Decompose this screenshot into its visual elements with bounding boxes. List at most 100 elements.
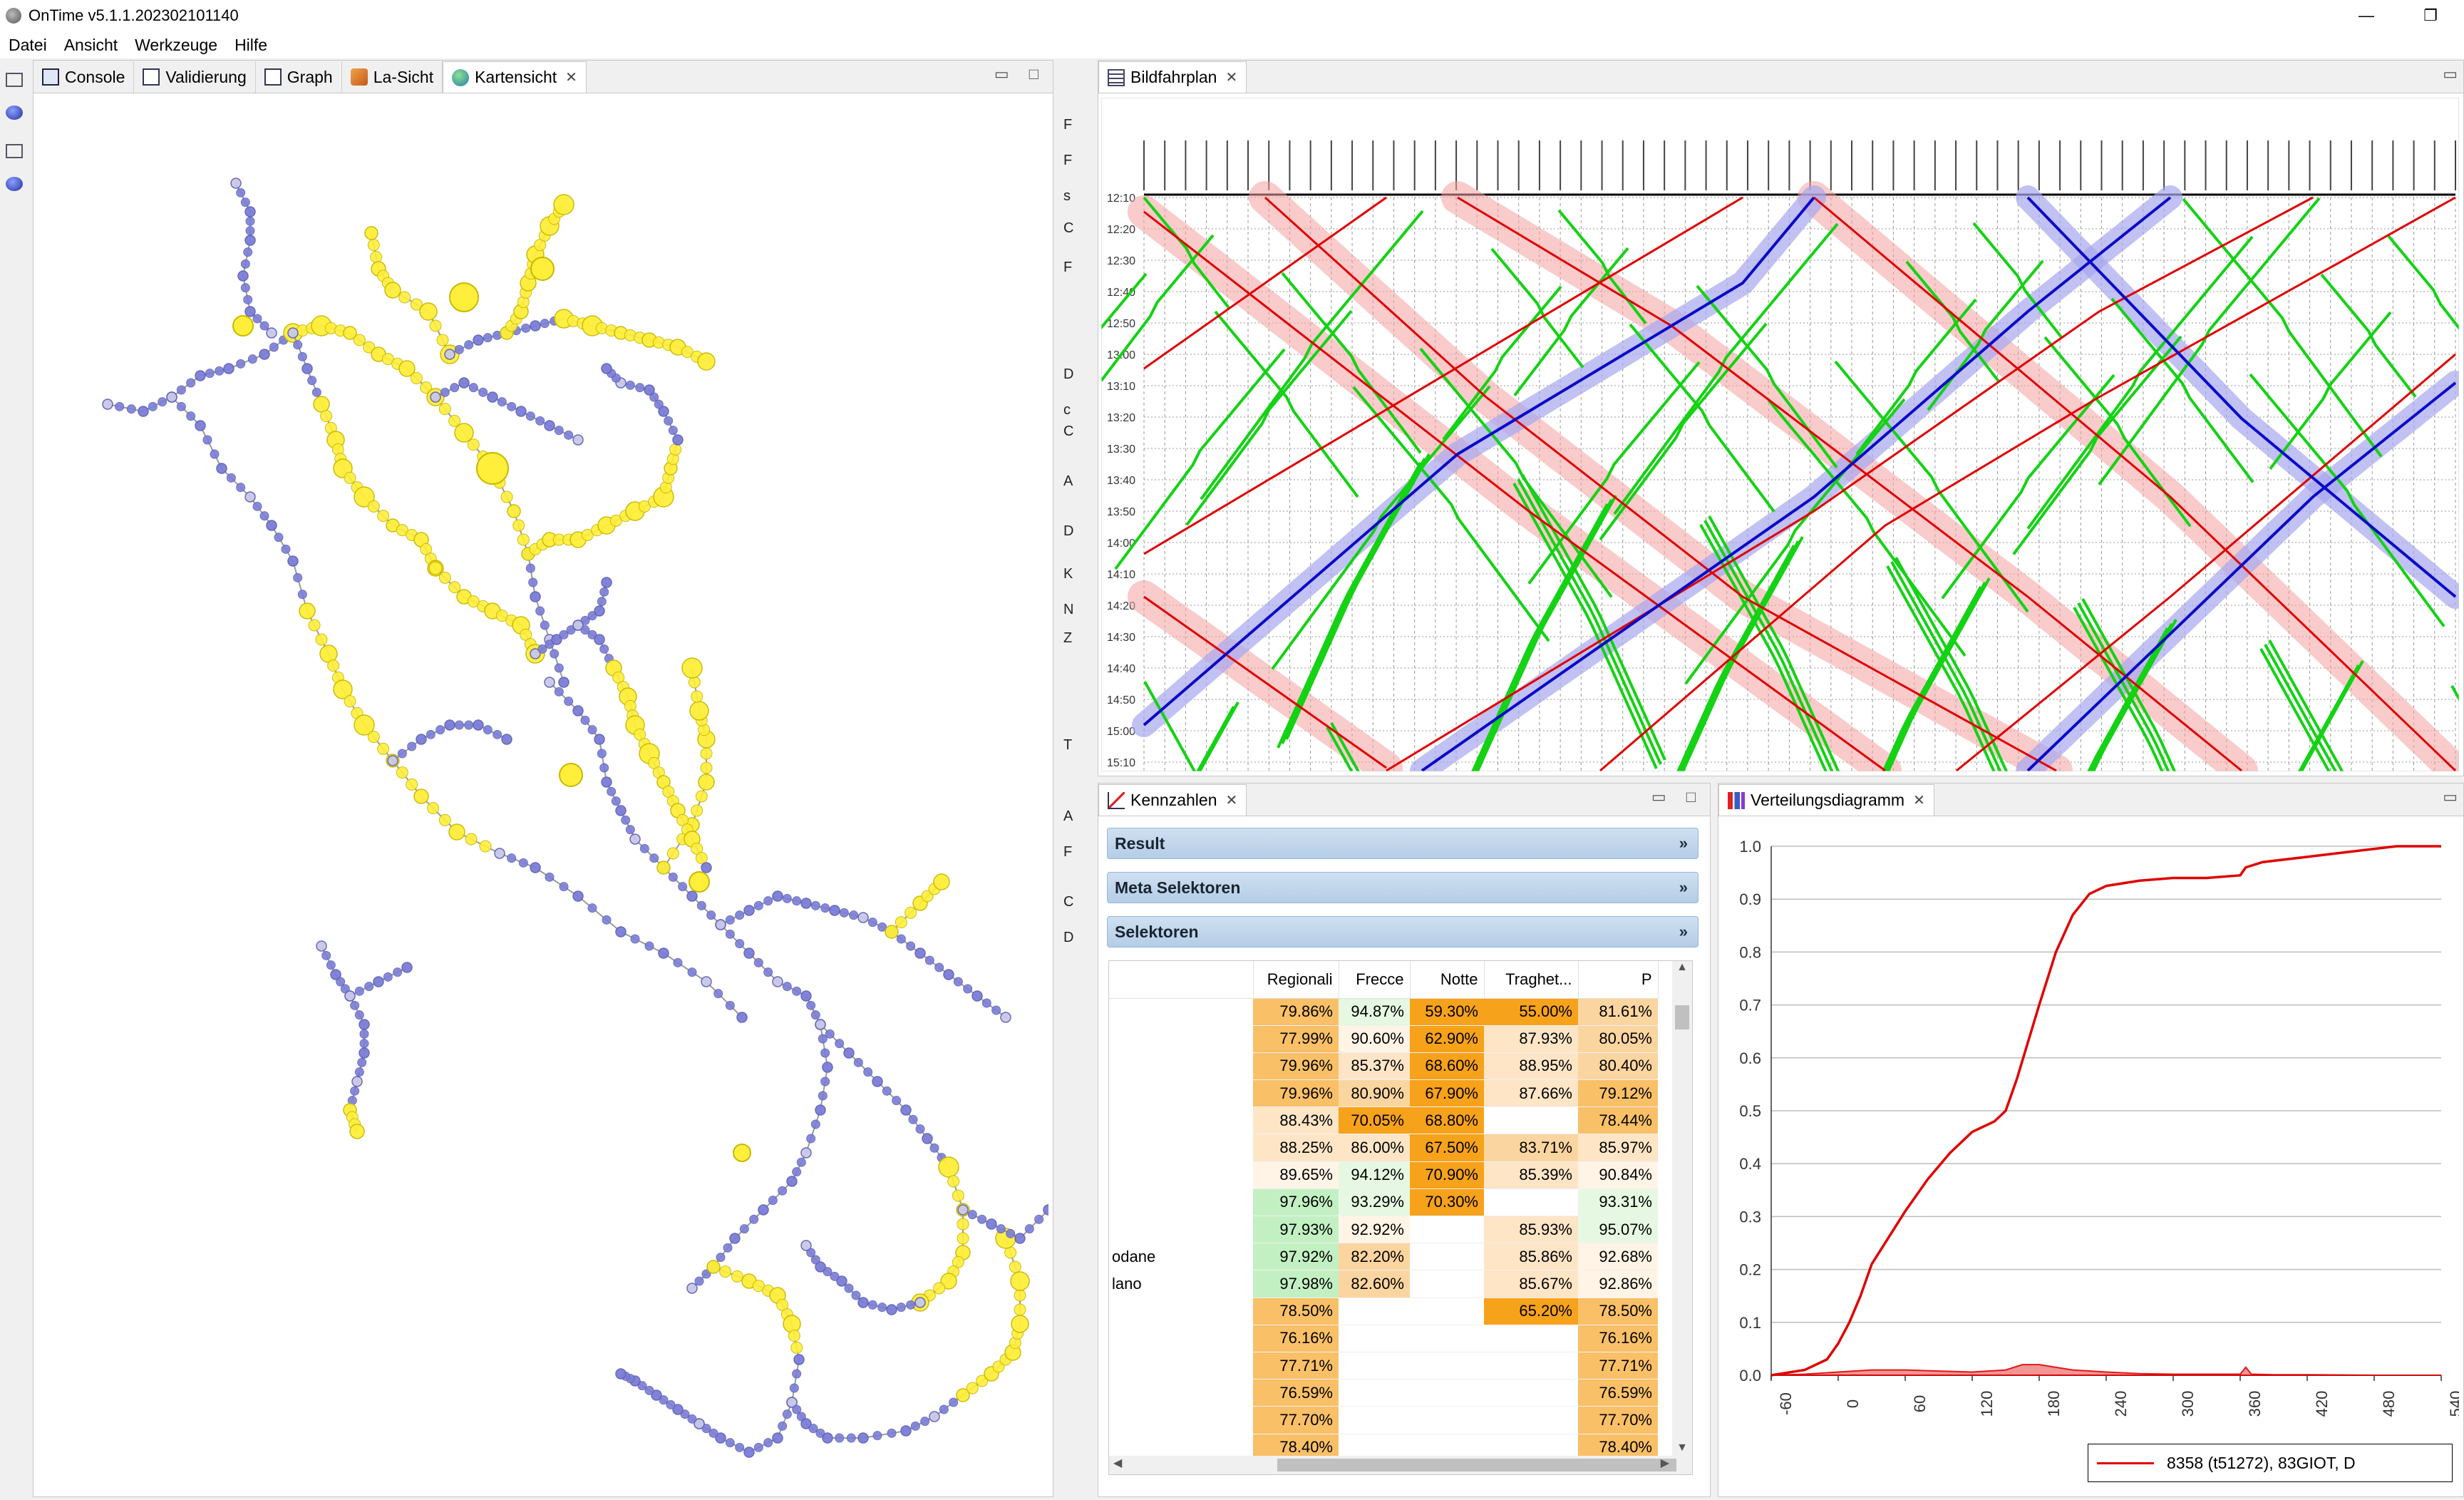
time-distance-diagram[interactable]: 12:1012:2012:3012:4012:5013:0013:1013:20… <box>1029 97 2464 1013</box>
table-row[interactable]: 97.96% 93.29% 70.30% 93.31% <box>1109 1188 1658 1217</box>
globe-icon[interactable] <box>6 106 23 120</box>
column-header-frecce[interactable]: Frecce <box>1339 961 1411 999</box>
station-marker <box>500 490 513 503</box>
station-marker <box>515 406 527 417</box>
collapsed-panel-letter: N <box>1063 602 1074 617</box>
column-header-label[interactable] <box>1109 961 1254 999</box>
station-marker <box>244 206 256 217</box>
table-row[interactable]: 89.65% 94.12% 70.90% 85.39% 90.84% <box>1109 1161 1658 1189</box>
column-header-notte[interactable]: Notte <box>1410 961 1485 999</box>
close-icon[interactable]: ✕ <box>565 68 577 86</box>
minimize-icon[interactable]: ▭ <box>1651 788 1666 806</box>
minimize-icon[interactable]: ▭ <box>2443 65 2458 83</box>
collapsed-panel-letter: D <box>1063 366 1074 382</box>
table-row[interactable]: 79.86% 94.87% 59.30% 55.00% 81.61% <box>1109 998 1658 1026</box>
map-canvas[interactable] <box>36 98 1054 1494</box>
tab-verteilungsdiagramm[interactable]: Verteilungsdiagramm ✕ <box>1718 784 1934 816</box>
section-meta-selektoren[interactable]: Meta Selektoren» <box>1107 872 1698 903</box>
table-row[interactable]: 76.16% 76.16% <box>1109 1325 1658 1352</box>
restore-button[interactable]: ❐ <box>2409 0 2452 31</box>
station-marker <box>846 1433 856 1443</box>
station-marker <box>949 1397 959 1407</box>
menu-hilfe[interactable]: Hilfe <box>226 36 276 55</box>
station-marker <box>517 533 530 546</box>
scroll-down-icon[interactable]: ▼ <box>1672 1442 1692 1454</box>
station-marker <box>939 1404 949 1414</box>
table-row[interactable]: 76.59% 76.59% <box>1109 1379 1658 1407</box>
station-marker <box>444 719 455 731</box>
table-cell <box>1410 1216 1484 1244</box>
station-marker <box>367 731 380 744</box>
tab-graph[interactable]: Graph <box>255 61 342 93</box>
table-cell: 87.93% <box>1484 1025 1578 1053</box>
table-row[interactable]: 77.70% 77.70% <box>1109 1406 1658 1434</box>
railway-network-map[interactable] <box>36 98 1054 1492</box>
close-icon[interactable]: ✕ <box>1226 791 1238 809</box>
station-marker <box>630 934 640 944</box>
tab-console[interactable]: Console <box>33 61 135 93</box>
station-marker <box>535 606 545 616</box>
scroll-right-icon[interactable]: ▶ <box>1661 1456 1669 1470</box>
column-header-traghetti[interactable]: Traghet... <box>1484 961 1579 999</box>
window-title: OnTime v5.1.1.202302101140 <box>29 6 239 24</box>
station-marker <box>419 302 438 321</box>
scroll-up-icon[interactable]: ▲ <box>1672 961 1692 974</box>
station-marker <box>602 915 612 925</box>
station-marker <box>387 755 398 766</box>
station-marker <box>166 391 177 403</box>
station-marker <box>320 410 333 423</box>
station-marker <box>195 420 206 431</box>
scrollbar-thumb[interactable] <box>1675 1005 1689 1029</box>
x-tick-label: 180 <box>2045 1391 2063 1417</box>
minimize-button[interactable]: — <box>2345 0 2388 31</box>
table-row[interactable]: 78.50% 65.20% 78.50% <box>1109 1298 1658 1325</box>
close-icon[interactable]: ✕ <box>1913 791 1925 809</box>
restore-view-icon-2[interactable] <box>6 144 23 158</box>
table-row[interactable]: 77.71% 77.71% <box>1109 1352 1658 1380</box>
column-header-regionali[interactable]: Regionali <box>1253 961 1339 999</box>
restore-view-icon[interactable] <box>6 73 23 87</box>
station-marker <box>176 385 186 395</box>
timetable-graph[interactable]: 12:10 12:20 12:30 12:40 12:50 13:00 13:10 13:20… <box>1029 97 2464 1013</box>
column-header-p[interactable]: P <box>1578 961 1659 999</box>
table-cell: 77.99% <box>1253 1025 1339 1053</box>
vertical-scrollbar[interactable]: ▲ ▼ <box>1672 961 1692 1457</box>
minimize-icon[interactable]: ▭ <box>994 65 1009 83</box>
menu-ansicht[interactable]: Ansicht <box>56 36 126 55</box>
maximize-icon[interactable]: □ <box>1029 65 1038 83</box>
table-row[interactable]: 88.43% 70.05% 68.80% 78.44% <box>1109 1106 1658 1135</box>
station-marker <box>739 1224 749 1234</box>
station-marker <box>867 1300 877 1310</box>
section-result[interactable]: Result» <box>1107 828 1698 859</box>
menu-werkzeuge[interactable]: Werkzeuge <box>126 36 226 55</box>
table-row[interactable]: odane 97.92% 82.20% 85.86% 92.68% <box>1109 1243 1658 1271</box>
table-cell: 79.96% <box>1253 1079 1339 1108</box>
close-icon[interactable]: ✕ <box>1225 68 1237 86</box>
station-marker <box>906 941 916 951</box>
tab-la-sicht[interactable]: La-Sicht <box>341 61 443 93</box>
table-row[interactable]: 79.96% 85.37% 68.60% 88.95% 80.40% <box>1109 1052 1658 1081</box>
table-row[interactable]: 77.99% 90.60% 62.90% 87.93% 80.05% <box>1109 1025 1658 1053</box>
horizontal-scrollbar[interactable]: ◀ ▶ <box>1109 1456 1692 1474</box>
station-marker <box>615 805 627 816</box>
minimize-icon[interactable]: ▭ <box>2443 788 2458 806</box>
tab-validierung[interactable]: Validierung <box>134 61 256 93</box>
section-selektoren[interactable]: Selektoren» <box>1107 916 1698 947</box>
globe-icon-2[interactable] <box>6 177 23 191</box>
table-cell: 67.90% <box>1410 1079 1484 1108</box>
table-row[interactable]: 97.93% 92.92% 85.93% 95.07% <box>1109 1216 1658 1244</box>
h-scrollbar-thumb[interactable] <box>1277 1459 1676 1471</box>
station-marker <box>487 391 498 403</box>
station-marker <box>753 957 763 967</box>
menu-datei[interactable]: Datei <box>0 36 56 55</box>
table-row[interactable]: 88.25% 86.00% 67.50% 83.71% 85.97% <box>1109 1134 1658 1162</box>
tab-bildfahrplan[interactable]: Bildfahrplan ✕ <box>1098 61 1247 93</box>
tab-kartensicht[interactable]: Kartensicht ✕ <box>443 61 587 93</box>
station-marker <box>473 719 484 731</box>
tab-kennzahlen[interactable]: Kennzahlen ✕ <box>1098 784 1247 816</box>
table-row[interactable]: 79.96% 80.90% 67.90% 87.66% 79.12% <box>1109 1079 1658 1108</box>
table-row[interactable]: lano 97.98% 82.60% 85.67% 92.86% <box>1109 1270 1658 1298</box>
maximize-icon[interactable]: □ <box>1686 788 1696 806</box>
scroll-left-icon[interactable]: ◀ <box>1113 1456 1122 1470</box>
table-header-row: Regionali Frecce Notte Traghet... P <box>1109 961 1659 999</box>
